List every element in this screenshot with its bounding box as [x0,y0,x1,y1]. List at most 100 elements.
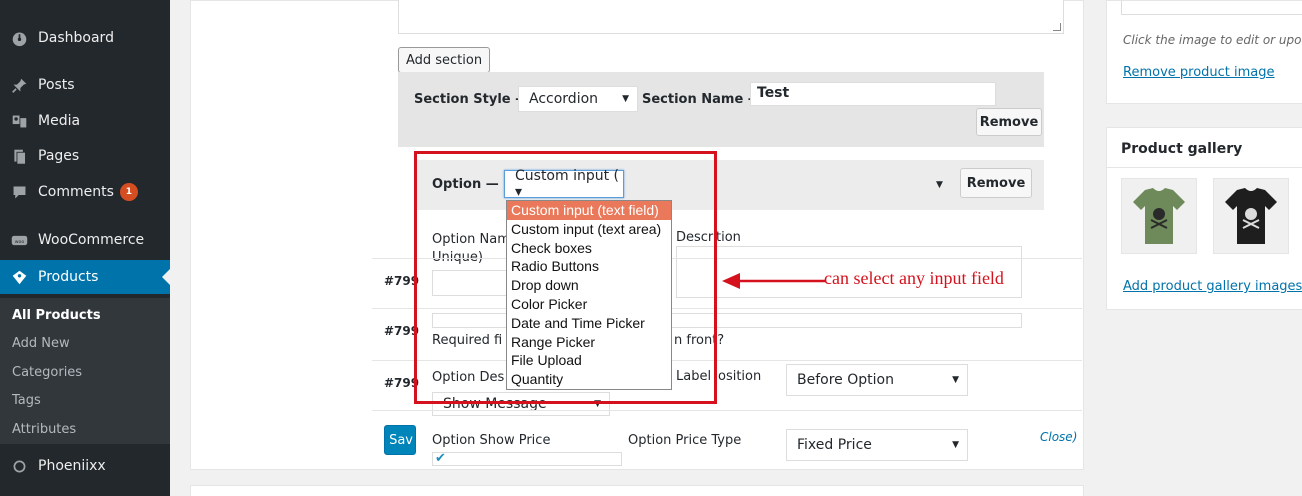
sidebar-item-label: WooCommerce [38,232,145,248]
dropdown-option[interactable]: Date and Time Picker [507,314,671,333]
resize-handle[interactable] [1053,23,1061,31]
sidebar-item-label: Pages [38,148,80,164]
label-position-select[interactable]: Before Option ▼ [786,364,968,396]
dropdown-option[interactable]: Color Picker [507,295,671,314]
sidebar-item-comments[interactable]: Comments 1 [0,175,170,209]
product-image-box: Click the image to edit or upo Remove pr… [1106,0,1302,104]
dropdown-option[interactable]: Check boxes [507,239,671,258]
dropdown-option[interactable]: File Upload [507,351,671,370]
variation-row-id[interactable]: #799 [384,324,419,338]
current-menu-arrow [162,269,170,285]
option-price-type-label: Option Price Type [628,433,742,448]
product-gallery-box: Product gallery Add product gallery imag… [1106,127,1302,310]
sidebar-item-posts[interactable]: Posts [0,68,170,102]
remove-option-button[interactable]: Remove [960,168,1032,198]
image-placeholder[interactable] [1121,1,1302,15]
option-label: Option — [432,177,499,192]
sidebar-item-label: Comments [38,184,114,200]
section-style-select[interactable]: Accordion ▼ [518,86,638,112]
section-name-input[interactable]: Test [750,82,996,106]
sidebar-item-label: Posts [38,77,75,93]
option-name-label: Option Nam [432,232,510,247]
close-link[interactable]: Close) [1040,430,1077,444]
gallery-thumb[interactable] [1121,178,1197,254]
checkmark-icon: ✔ [435,451,446,466]
remove-section-button[interactable]: Remove [976,108,1042,136]
label-position-label: Label [676,369,712,384]
sidebar-item-pages[interactable]: Pages [0,139,170,173]
submenu-add-new[interactable]: Add New [12,336,70,351]
section-row: Section Style — Accordion ▼ Section Name… [398,72,1044,147]
remove-product-image-link[interactable]: Remove product image [1123,65,1275,80]
label-position-value: Before Option [797,372,894,388]
next-metabox [190,485,1084,496]
sidebar-item-label: Media [38,113,81,129]
pin-icon [0,77,38,94]
svg-text:woo: woo [14,239,24,244]
row-divider [372,308,1082,309]
chevron-down-icon: ▼ [952,375,959,385]
image-edit-hint: Click the image to edit or upo [1123,33,1302,47]
option-desc-select[interactable]: Show Message ▼ [432,392,610,416]
collapse-caret-icon[interactable]: ▼ [936,180,943,190]
sidebar-item-products[interactable]: Products [0,260,170,294]
save-changes-button[interactable]: Sav [384,425,416,455]
row-divider [372,258,1082,259]
required-label: Required fi [432,333,503,348]
dropdown-option[interactable]: Drop down [507,276,671,295]
option-type-value: Custom input ( ▾ [515,168,620,200]
description-textarea[interactable] [398,0,1064,34]
section-name-label: Section Name — [642,92,761,107]
submenu-categories[interactable]: Categories [12,365,82,380]
green-tshirt-icon [1133,188,1185,244]
products-submenu: All Products Add New Categories Tags Att… [0,298,170,444]
add-section-button[interactable]: Add section [398,47,490,73]
dropdown-option[interactable]: Range Picker [507,333,671,352]
chevron-down-icon: ▼ [594,399,601,409]
row-divider [372,410,1082,411]
sidebar-item-label: Products [38,269,99,285]
dropdown-option[interactable]: Custom input (text area) [507,220,671,239]
gallery-title: Product gallery [1121,141,1243,157]
sidebar-item-label: Dashboard [38,30,114,46]
admin-sidebar: Dashboard Posts Media Pages Comments 1 w… [0,0,170,496]
pages-icon [0,148,38,165]
section-style-label: Section Style — [414,92,529,107]
sidebar-item-dashboard[interactable]: Dashboard [0,21,170,55]
option-desc-label: Option Des [432,370,505,385]
submenu-tags[interactable]: Tags [12,393,41,408]
annotation-text: can select any input field [824,268,1004,288]
sidebar-item-phoeniixx[interactable]: Phoeniixx [0,449,170,483]
dropdown-option[interactable]: Radio Buttons [507,257,671,276]
sidebar-item-label: Phoeniixx [38,458,106,474]
submenu-all-products[interactable]: All Products [12,308,101,323]
media-icon [0,113,38,130]
label-position-label-2: osition [718,369,762,384]
add-gallery-images-link[interactable]: Add product gallery images [1123,279,1302,294]
sidebar-item-woocommerce[interactable]: woo WooCommerce [0,223,170,257]
description-label: Descri [676,230,717,245]
submenu-attributes[interactable]: Attributes [12,422,76,437]
option-type-dropdown[interactable]: Custom input (text field) Custom input (… [506,200,672,390]
required-label-2: n front? [674,333,725,348]
row-divider [372,360,1082,361]
price-type-value: Fixed Price [797,437,872,453]
option-name-input[interactable] [432,270,508,296]
gallery-thumb[interactable] [1213,178,1289,254]
sidebar-item-media[interactable]: Media [0,104,170,138]
price-type-select[interactable]: Fixed Price ▼ [786,429,968,461]
dropdown-option[interactable]: Quantity [507,370,671,389]
annotation-arrow-icon [722,273,826,289]
variation-row-id[interactable]: #799 [384,274,419,288]
phoeniixx-icon [0,458,38,475]
option-show-price-label: Option Show Price [432,433,551,448]
chevron-down-icon: ▼ [952,440,959,450]
option-type-select[interactable]: Custom input ( ▾ [504,168,624,200]
black-tshirt-icon [1225,188,1277,244]
dropdown-option[interactable]: Custom input (text field) [507,201,671,220]
show-price-checkbox[interactable]: ✔ [432,451,622,466]
woo-icon: woo [0,232,38,249]
chevron-down-icon: ▼ [622,94,629,104]
variation-row-id[interactable]: #799 [384,376,419,390]
comment-icon [0,184,38,201]
